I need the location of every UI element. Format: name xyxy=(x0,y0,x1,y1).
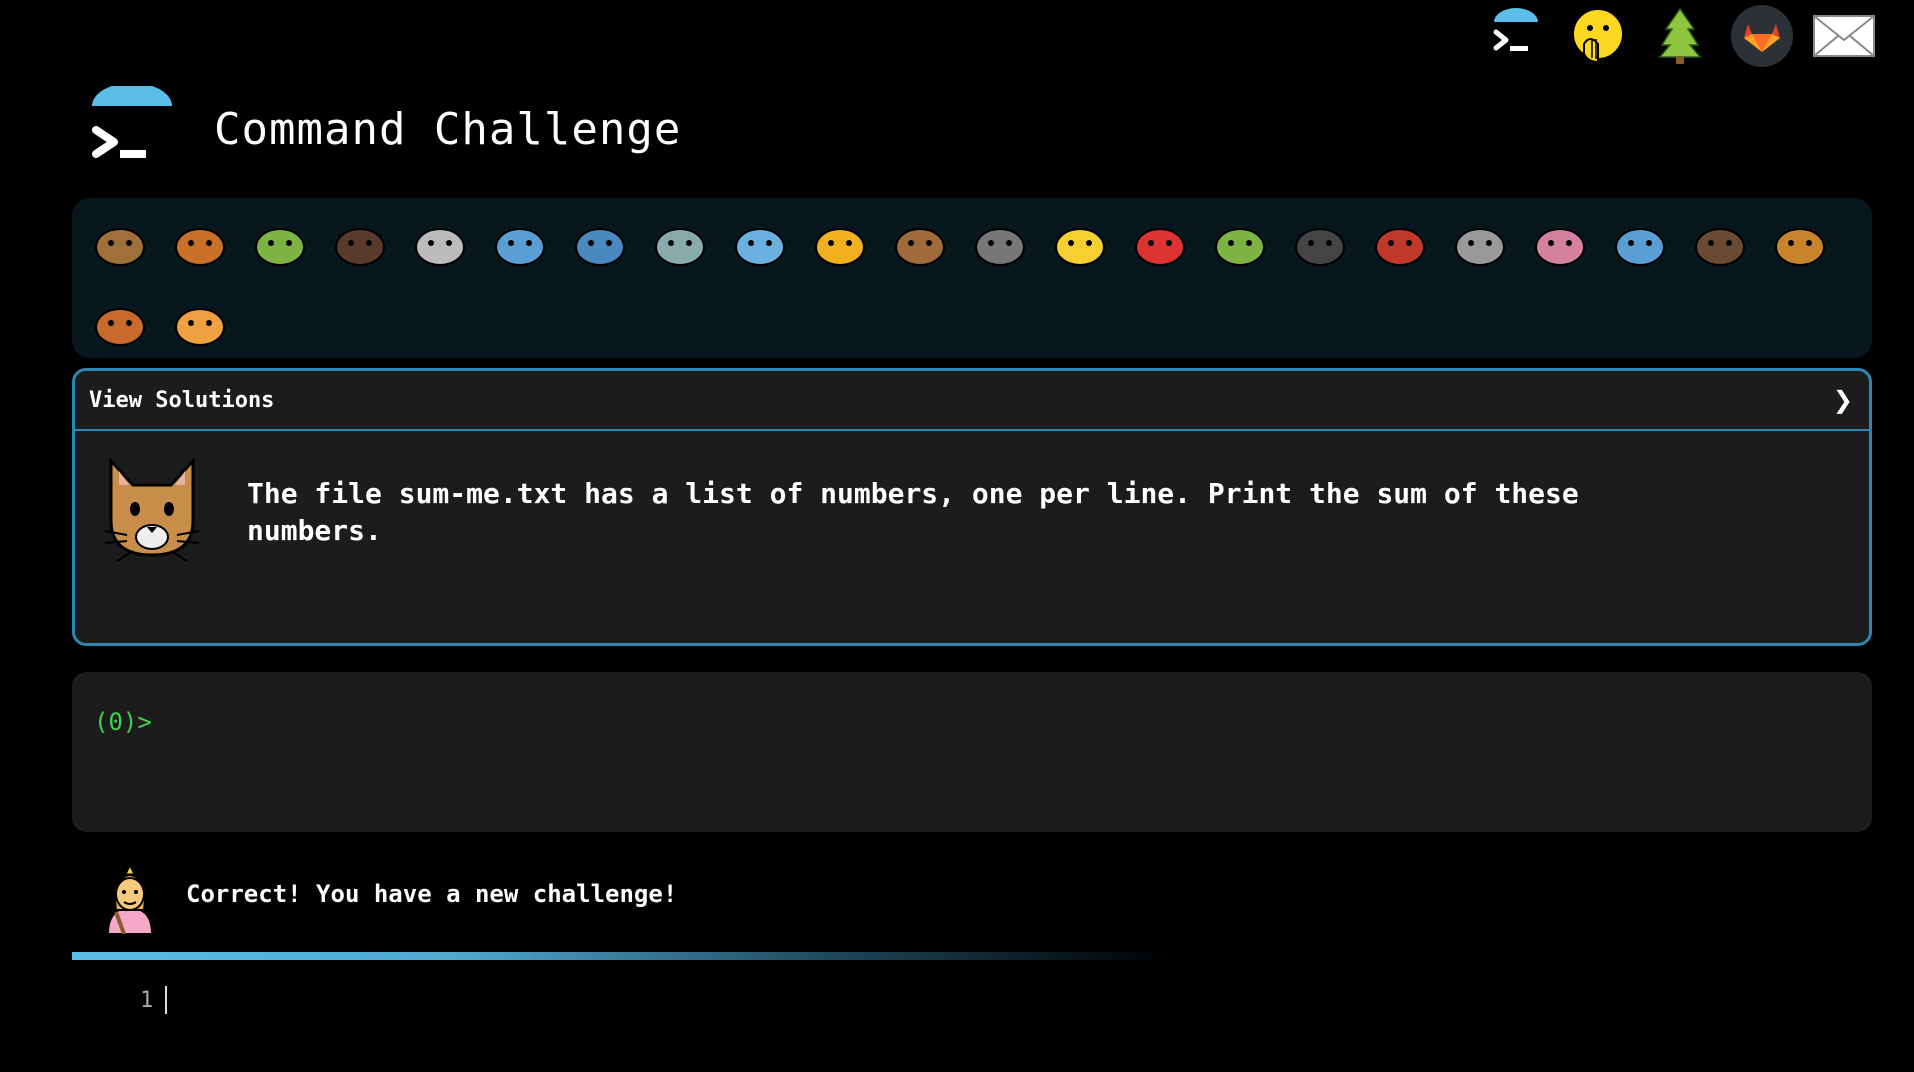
elf-icon xyxy=(88,850,172,938)
scorpion-icon[interactable] xyxy=(1360,204,1440,284)
challenge-text: The file sum-me.txt has a list of number… xyxy=(247,477,1579,547)
worm-icon[interactable] xyxy=(1520,204,1600,284)
blowfish-icon[interactable] xyxy=(880,204,960,284)
challenge-panel: View Solutions ❯ The file sum-me.txt has… xyxy=(72,368,1872,646)
status-message: Correct! You have a new challenge! xyxy=(88,850,677,938)
microbe-icon[interactable] xyxy=(1600,204,1680,284)
view-solutions-label: View Solutions xyxy=(89,387,275,413)
tropical-fish-icon[interactable] xyxy=(800,204,880,284)
whale-icon[interactable] xyxy=(480,204,560,284)
command-editor[interactable]: 1 xyxy=(140,986,168,1014)
bee-icon[interactable] xyxy=(1040,204,1120,284)
ant-icon[interactable] xyxy=(320,204,400,284)
text-cursor xyxy=(165,986,168,1014)
face-hand-over-mouth-icon[interactable] xyxy=(1566,4,1630,68)
dolphin-jumping-icon[interactable] xyxy=(560,204,640,284)
mail-icon[interactable] xyxy=(1812,4,1876,68)
fox-icon[interactable] xyxy=(80,284,160,364)
fly-icon[interactable] xyxy=(1440,204,1520,284)
snail-icon[interactable] xyxy=(80,204,160,284)
progress-divider xyxy=(72,952,1172,960)
butterfly-icon[interactable] xyxy=(160,204,240,284)
spider-icon[interactable] xyxy=(1280,204,1360,284)
cricket-icon[interactable] xyxy=(1200,204,1280,284)
terminal-prompt: (0)> xyxy=(94,708,152,736)
site-logo-icon[interactable] xyxy=(88,82,178,172)
cat-mascot-icon xyxy=(97,451,207,573)
status-text: Correct! You have a new challenge! xyxy=(186,880,678,908)
header: Command Challenge xyxy=(88,82,682,172)
dolphin-icon[interactable] xyxy=(640,204,720,284)
ladybug-icon[interactable] xyxy=(1120,204,1200,284)
dog-icon[interactable] xyxy=(1760,204,1840,284)
terminal-logo-icon[interactable] xyxy=(1484,4,1548,68)
wolf-icon[interactable] xyxy=(960,204,1040,284)
view-solutions-toggle[interactable]: View Solutions ❯ xyxy=(75,371,1869,431)
challenge-body: The file sum-me.txt has a list of number… xyxy=(75,431,1869,593)
line-number: 1 xyxy=(140,987,154,1013)
tree-icon[interactable] xyxy=(1648,4,1712,68)
caterpillar-icon[interactable] xyxy=(240,204,320,284)
chevron-right-icon: ❯ xyxy=(1832,386,1853,414)
monkey-icon[interactable] xyxy=(1680,204,1760,284)
fish-icon[interactable] xyxy=(720,204,800,284)
top-nav xyxy=(1484,4,1876,68)
gitlab-icon[interactable] xyxy=(1730,4,1794,68)
cat-icon[interactable] xyxy=(160,284,240,364)
terminal[interactable]: (0)> xyxy=(72,672,1872,832)
spider-web-icon[interactable] xyxy=(400,204,480,284)
animal-strip xyxy=(72,198,1872,358)
page-title: Command Challenge xyxy=(214,103,682,155)
